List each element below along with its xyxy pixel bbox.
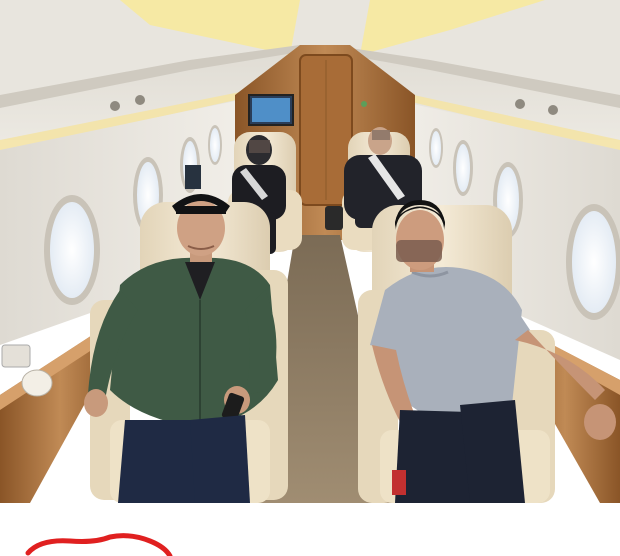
below-photo-area [0, 503, 620, 556]
small-screen [185, 165, 201, 189]
red-scribble [25, 533, 173, 556]
bin [325, 206, 343, 230]
cabin-photo [0, 0, 620, 503]
face-blur [396, 240, 442, 262]
cup [21, 369, 53, 397]
wall-panel [1, 344, 31, 368]
